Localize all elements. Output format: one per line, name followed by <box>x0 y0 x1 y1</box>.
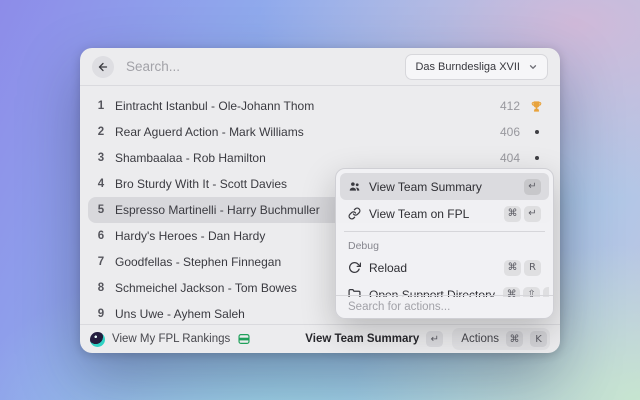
team-rank: 3 <box>96 152 106 164</box>
cmd-key-badge: ⌘ <box>506 331 523 347</box>
menu-item-shortcut: ⌘R <box>504 260 541 276</box>
status-bar: View My FPL Rankings View Team Summary ↵… <box>80 324 560 353</box>
rankings-list-icon <box>237 332 251 346</box>
reload-icon <box>348 261 361 274</box>
trophy-icon <box>529 100 544 113</box>
team-rank: 2 <box>96 126 106 138</box>
team-title: Uns Uwe - Ayhem Saleh <box>115 307 245 321</box>
team-rank: 7 <box>96 256 106 268</box>
team-rank: 6 <box>96 230 106 242</box>
key-badge: ⌘ <box>504 206 521 222</box>
team-rank: 4 <box>96 178 106 190</box>
team-title: Espresso Martinelli - Harry Buchmuller <box>115 203 320 217</box>
team-title: Hardy's Heroes - Dan Hardy <box>115 229 265 243</box>
team-rank: 5 <box>96 204 106 216</box>
launcher-window: Das Burndesliga XVII 1 Eintracht Istanbul… <box>80 48 560 353</box>
chevron-down-icon <box>528 62 538 72</box>
team-rank: 8 <box>96 282 106 294</box>
team-points: 404 <box>500 151 520 165</box>
menu-item-reload[interactable]: Reload ⌘R <box>340 254 549 281</box>
top-bar: Das Burndesliga XVII <box>80 48 560 86</box>
rank-dot-icon <box>529 156 544 160</box>
team-title: Shambaalaa - Rob Hamilton <box>115 151 266 165</box>
back-arrow-icon <box>97 61 109 73</box>
league-dropdown-value: Das Burndesliga XVII <box>415 61 520 73</box>
team-row[interactable]: 2 Rear Aguerd Action - Mark Williams 406 <box>88 119 552 145</box>
back-button[interactable] <box>92 56 114 78</box>
fpl-logo-icon <box>90 332 105 347</box>
key-badge: ↵ <box>524 179 541 195</box>
team-row[interactable]: 1 Eintracht Istanbul - Ole-Johann Thom 412 <box>88 93 552 119</box>
status-bar-right: View Team Summary ↵ Actions ⌘ K <box>305 328 550 350</box>
actions-label: Actions <box>461 333 499 345</box>
menu-item-shortcut: ⌘↵ <box>504 206 541 222</box>
command-title: View My FPL Rankings <box>112 333 230 345</box>
league-dropdown[interactable]: Das Burndesliga XVII <box>405 54 548 80</box>
key-badge: R <box>524 260 541 276</box>
k-key-badge: K <box>530 331 547 347</box>
menu-item-shortcut: ↵ <box>524 179 541 195</box>
key-badge: ⌘ <box>504 260 521 276</box>
team-title: Bro Sturdy With It - Scott Davies <box>115 177 287 191</box>
key-badge: ↵ <box>524 206 541 222</box>
team-rank: 9 <box>96 308 106 320</box>
menu-item-label: View Team Summary <box>369 180 482 194</box>
desktop-background: Das Burndesliga XVII 1 Eintracht Istanbul… <box>0 0 640 400</box>
primary-action-button[interactable]: View Team Summary ↵ <box>305 331 443 347</box>
link-icon <box>348 207 361 220</box>
team-title: Schmeichel Jackson - Tom Bowes <box>115 281 297 295</box>
team-rank: 1 <box>96 100 106 112</box>
actions-search-input[interactable] <box>346 300 543 314</box>
team-title: Rear Aguerd Action - Mark Williams <box>115 125 304 139</box>
menu-item-label: View Team on FPL <box>369 207 469 221</box>
search-input[interactable] <box>124 58 395 75</box>
actions-menu-list: View Team Summary↵View Team on FPL⌘↵Debu… <box>340 173 549 297</box>
actions-button[interactable]: Actions ⌘ K <box>452 328 550 350</box>
rank-dot-icon <box>529 130 544 134</box>
menu-item-view-team-on-fpl[interactable]: View Team on FPL ⌘↵ <box>340 200 549 227</box>
team-title: Goodfellas - Stephen Finnegan <box>115 255 281 269</box>
team-icon <box>348 180 361 193</box>
actions-menu-panel: View Team Summary↵View Team on FPL⌘↵Debu… <box>335 168 554 319</box>
menu-divider <box>344 231 545 232</box>
team-points: 406 <box>500 125 520 139</box>
menu-item-label: Reload <box>369 261 407 275</box>
team-points: 412 <box>500 99 520 113</box>
team-title: Eintracht Istanbul - Ole-Johann Thom <box>115 99 314 113</box>
primary-action-label: View Team Summary <box>305 333 419 345</box>
actions-menu-footer <box>336 295 553 318</box>
menu-item-view-team-summary[interactable]: View Team Summary ↵ <box>340 173 549 200</box>
menu-section-label: Debug <box>340 236 549 254</box>
enter-key-badge: ↵ <box>426 331 443 347</box>
